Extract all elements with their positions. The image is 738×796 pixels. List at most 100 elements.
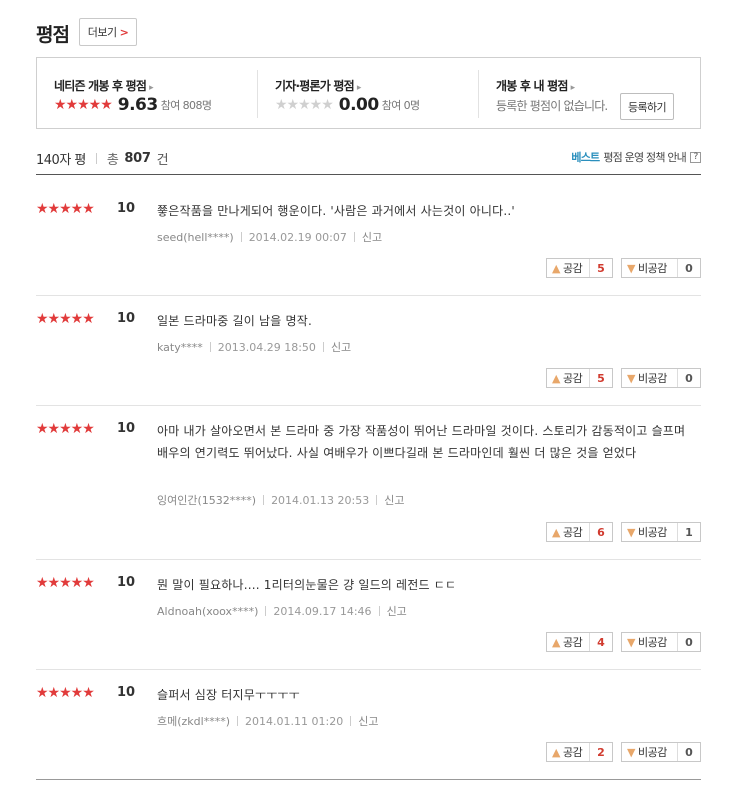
review-meta: katy**** 2013.04.29 18:50 신고 — [157, 339, 351, 355]
like-count: 5 — [597, 371, 605, 385]
review-text: 슬퍼서 심장 터지무ㅜㅜㅜㅜ — [157, 688, 300, 702]
star-rating-icon: ★★★★★ — [36, 685, 95, 701]
star-rating-icon: ★★★★★ — [36, 575, 95, 591]
register-rating-button[interactable]: 등록하기 — [620, 93, 674, 120]
rating-policy-link[interactable]: 베스트 평점 운영 정책 안내 ? — [571, 149, 701, 165]
review-meta: seed(hell****) 2014.02.19 00:07 신고 — [157, 229, 382, 245]
review-score: 10 — [117, 421, 136, 436]
list-bottom-divider — [36, 779, 701, 780]
critic-score: 0.00 — [338, 95, 379, 115]
critic-rating: 기자·평론가 평점 ▸ ★★★★★ 0.00 참여 0명 — [258, 58, 479, 128]
caret-right-icon: ▸ — [570, 83, 575, 93]
thumbs-up-icon: ▲ — [552, 371, 560, 385]
review-score: 10 — [117, 201, 136, 216]
caret-right-icon: ▸ — [149, 83, 153, 93]
total-prefix: 총 — [106, 152, 119, 168]
thumbs-up-icon: ▲ — [552, 745, 560, 759]
thumbs-down-icon: ▼ — [627, 371, 635, 385]
dislike-button[interactable]: ▼ 비공감 0 — [621, 742, 701, 762]
more-button-label: 더보기 — [87, 26, 117, 39]
review-author[interactable]: 흐메(zkdl****) — [157, 713, 230, 729]
dislike-count: 0 — [685, 371, 693, 385]
review-author[interactable]: seed(hell****) — [157, 231, 234, 244]
review-item: ★★★★★ 10 쭇은작품을 만나게되어 행운이다. '사람은 과거에서 사는것… — [36, 201, 701, 281]
review-meta: Aldnoah(xoox****) 2014.09.17 14:46 신고 — [157, 603, 407, 619]
dislike-count: 0 — [685, 635, 693, 649]
review-divider — [36, 405, 701, 406]
report-link[interactable]: 신고 — [331, 339, 351, 355]
thumbs-up-icon: ▲ — [552, 635, 560, 649]
like-count: 5 — [597, 261, 605, 275]
thumbs-down-icon: ▼ — [627, 525, 635, 539]
star-rating-icon: ★★★★★ — [36, 421, 95, 437]
thumbs-up-icon: ▲ — [552, 261, 560, 275]
thumbs-down-icon: ▼ — [627, 745, 635, 759]
review-date: 2013.04.29 18:50 — [217, 340, 316, 354]
like-count: 2 — [597, 745, 605, 759]
review-author[interactable]: katy**** — [157, 341, 203, 354]
review-text: 일본 드라마중 길이 남을 명작. — [157, 314, 312, 328]
review-count-bar: 140자 평 총 807 건 베스트 평점 운영 정책 안내 ? — [36, 149, 701, 168]
thumbs-up-icon: ▲ — [552, 525, 560, 539]
review-score: 10 — [117, 311, 136, 326]
review-item: ★★★★★ 10 아마 내가 살아오면서 본 드라마 중 가장 작품성이 뛰어난… — [36, 421, 701, 545]
review-divider — [36, 295, 701, 296]
review-divider — [36, 669, 701, 670]
review-item: ★★★★★ 10 일본 드라마중 길이 남을 명작. katy**** 2013… — [36, 311, 701, 391]
dislike-count: 0 — [685, 261, 693, 275]
review-date: 2014.09.17 14:46 — [273, 604, 372, 618]
like-button[interactable]: ▲ 공감 4 — [546, 632, 613, 652]
review-date: 2014.01.13 20:53 — [271, 493, 370, 507]
thumbs-down-icon: ▼ — [627, 261, 635, 275]
total-count: 807 — [124, 150, 151, 166]
like-button[interactable]: ▲ 공감 6 — [546, 522, 613, 542]
section-title: 평점 — [36, 24, 70, 46]
netizen-score: 9.63 — [117, 95, 158, 115]
help-icon[interactable]: ? — [690, 151, 701, 163]
report-link[interactable]: 신고 — [387, 603, 407, 619]
chevron-right-icon: > — [119, 25, 129, 39]
report-link[interactable]: 신고 — [358, 713, 378, 729]
review-text: 뭔 말이 필요하나.... 1리터의눈물은 걍 일드의 레전드 ㄷㄷ — [157, 578, 457, 592]
policy-label: 평점 운영 정책 안내 — [603, 151, 686, 164]
list-top-divider — [36, 174, 701, 175]
like-button[interactable]: ▲ 공감 5 — [546, 258, 613, 278]
critic-participants: 참여 0명 — [381, 99, 420, 112]
review-text: 아마 내가 살아오면서 본 드라마 중 가장 작품성이 뛰어난 드라마일 것이다… — [157, 424, 686, 460]
review-meta: 흐메(zkdl****) 2014.01.11 01:20 신고 — [157, 713, 378, 729]
my-rating: 개봉 후 내 평점 ▸ 등록한 평점이 없습니다. 등록하기 — [479, 58, 700, 128]
review-author[interactable]: 잉여인간(1532****) — [157, 492, 256, 508]
thumbs-down-icon: ▼ — [627, 635, 635, 649]
dislike-count: 1 — [685, 525, 693, 539]
more-button[interactable]: 더보기 > — [79, 18, 137, 46]
star-rating-icon: ★★★★★ — [54, 97, 113, 113]
like-count: 4 — [597, 635, 605, 649]
star-rating-icon: ★★★★★ — [36, 311, 95, 327]
review-item: ★★★★★ 10 슬퍼서 심장 터지무ㅜㅜㅜㅜ 흐메(zkdl****) 201… — [36, 685, 701, 765]
review-score: 10 — [117, 685, 136, 700]
dislike-button[interactable]: ▼ 비공감 0 — [621, 368, 701, 388]
dislike-button[interactable]: ▼ 비공감 0 — [621, 632, 701, 652]
review-author[interactable]: Aldnoah(xoox****) — [157, 605, 258, 618]
review-item: ★★★★★ 10 뭔 말이 필요하나.... 1리터의눈물은 걍 일드의 레전드… — [36, 575, 701, 655]
my-rating-empty-text: 등록한 평점이 없습니다. — [496, 99, 608, 113]
star-rating-icon: ★★★★★ — [36, 201, 95, 217]
like-button[interactable]: ▲ 공감 5 — [546, 368, 613, 388]
review-date: 2014.01.11 01:20 — [245, 714, 344, 728]
dislike-button[interactable]: ▼ 비공감 1 — [621, 522, 701, 542]
report-link[interactable]: 신고 — [384, 492, 404, 508]
critic-rating-label[interactable]: 기자·평론가 평점 ▸ — [275, 77, 361, 94]
dislike-button[interactable]: ▼ 비공감 0 — [621, 258, 701, 278]
policy-best-label: 베스트 — [571, 151, 600, 164]
review-type-label: 140자 평 — [36, 152, 86, 168]
rating-section: 평점 더보기 > 네티즌 개봉 후 평점 ▸ ★★★★★ 9.63 참여 808명 … — [0, 0, 738, 796]
like-button[interactable]: ▲ 공감 2 — [546, 742, 613, 762]
caret-right-icon: ▸ — [356, 83, 361, 93]
report-link[interactable]: 신고 — [362, 229, 382, 245]
netizen-rating: 네티즌 개봉 후 평점 ▸ ★★★★★ 9.63 참여 808명 — [37, 58, 258, 128]
total-suffix: 건 — [156, 152, 169, 168]
star-rating-icon: ★★★★★ — [275, 97, 334, 113]
my-rating-label[interactable]: 개봉 후 내 평점 ▸ — [496, 77, 575, 94]
dislike-count: 0 — [685, 745, 693, 759]
netizen-rating-label[interactable]: 네티즌 개봉 후 평점 ▸ — [54, 77, 154, 94]
